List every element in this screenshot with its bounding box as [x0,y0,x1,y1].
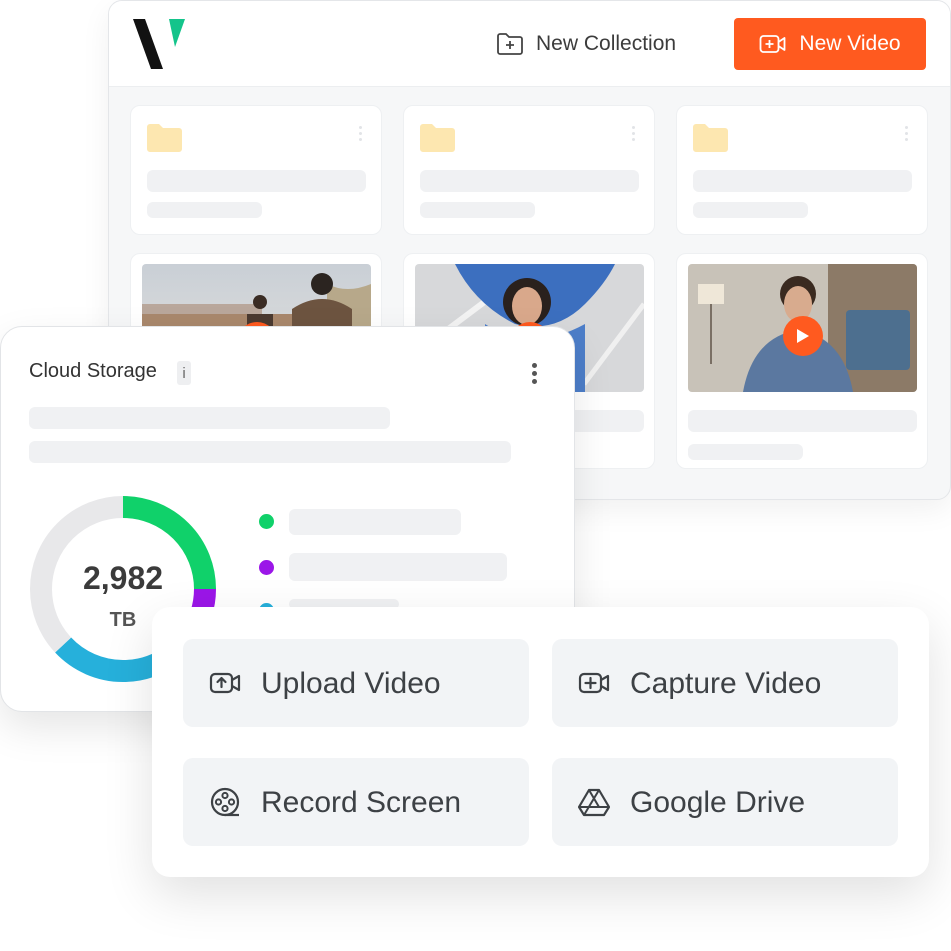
upload-actions-panel: Upload Video Capture Video Record Screen… [152,607,929,877]
upload-video-button[interactable]: Upload Video [183,639,529,727]
more-icon[interactable] [905,126,909,144]
film-reel-icon [210,787,240,817]
folder-card[interactable] [130,105,382,235]
skeleton-line [29,441,511,463]
folder-icon [420,124,455,152]
skeleton-line [420,170,639,192]
more-icon[interactable] [359,126,363,144]
skeleton-line [688,410,917,432]
storage-title: Cloud Storage [29,360,157,382]
info-icon[interactable]: i [177,361,191,385]
skeleton-line [688,444,803,460]
skeleton-line [147,170,366,192]
legend-dot [259,560,274,575]
google-drive-button[interactable]: Google Drive [552,758,898,846]
video-thumbnail[interactable] [688,264,917,392]
folder-icon [693,124,728,152]
skeleton-line [693,170,912,192]
video-plus-icon [760,35,786,53]
new-collection-button[interactable]: New Collection [496,27,676,61]
upload-video-icon [209,672,241,694]
skeleton-line [420,202,535,218]
legend-dot [259,514,274,529]
skeleton-line [29,407,390,429]
record-screen-button[interactable]: Record Screen [183,758,529,846]
app-header: New Collection New Video [109,1,950,87]
new-video-label: New Video [799,32,901,55]
capture-video-icon [578,672,610,694]
more-options-icon[interactable] [532,363,538,384]
new-collection-label: New Collection [536,32,677,55]
record-screen-label: Record Screen [261,786,462,819]
folder-card[interactable] [403,105,655,235]
skeleton-line [147,202,262,218]
folder-plus-icon [497,33,523,55]
upload-video-label: Upload Video [261,667,441,700]
more-icon[interactable] [632,126,636,144]
skeleton-line [693,202,808,218]
capture-video-label: Capture Video [630,667,822,700]
video-card[interactable] [676,253,928,469]
folder-card[interactable] [676,105,928,235]
skeleton-line [289,553,507,581]
play-icon[interactable] [782,316,823,356]
skeleton-line [289,509,461,535]
storage-total-value: 2,982 [82,560,164,596]
google-drive-label: Google Drive [630,786,806,819]
folder-icon [147,124,182,152]
google-drive-icon [578,788,610,817]
capture-video-button[interactable]: Capture Video [552,639,898,727]
brand-logo[interactable] [133,17,189,71]
new-video-button[interactable]: New Video [734,18,926,70]
